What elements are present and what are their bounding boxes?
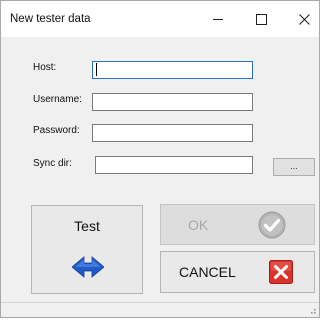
host-input[interactable] — [92, 61, 253, 79]
sync-dir-input[interactable] — [95, 156, 253, 174]
test-button-label: Test — [74, 218, 100, 234]
checkmark-icon — [258, 211, 286, 239]
status-bar-divider — [1, 302, 319, 303]
minimize-icon — [213, 18, 223, 20]
red-x-icon — [269, 260, 293, 284]
dialog-window: New tester data Host: Username: Password… — [0, 0, 320, 318]
password-label: Password: — [33, 125, 80, 136]
title-bar[interactable]: New tester data — [1, 1, 319, 37]
minimize-button[interactable] — [198, 5, 238, 33]
resize-grip-icon[interactable] — [308, 306, 316, 314]
sync-dir-label: Sync dir: — [33, 158, 72, 169]
username-input[interactable] — [92, 93, 253, 111]
test-button[interactable]: Test — [31, 205, 143, 294]
cancel-button[interactable]: CANCEL — [160, 251, 315, 293]
host-label: Host: — [33, 62, 57, 73]
close-button[interactable] — [284, 5, 322, 33]
maximize-button[interactable] — [241, 5, 281, 33]
maximize-icon — [255, 13, 267, 25]
text-caret — [96, 63, 97, 76]
close-icon — [298, 13, 310, 25]
cancel-button-label: CANCEL — [179, 264, 236, 280]
ok-button[interactable]: OK — [160, 204, 315, 245]
left-right-arrows-icon — [72, 256, 104, 278]
username-label: Username: — [33, 94, 82, 105]
password-input[interactable] — [92, 124, 253, 142]
ok-button-label: OK — [188, 217, 209, 233]
browse-button[interactable]: ... — [273, 158, 315, 176]
window-title: New tester data — [10, 13, 91, 25]
